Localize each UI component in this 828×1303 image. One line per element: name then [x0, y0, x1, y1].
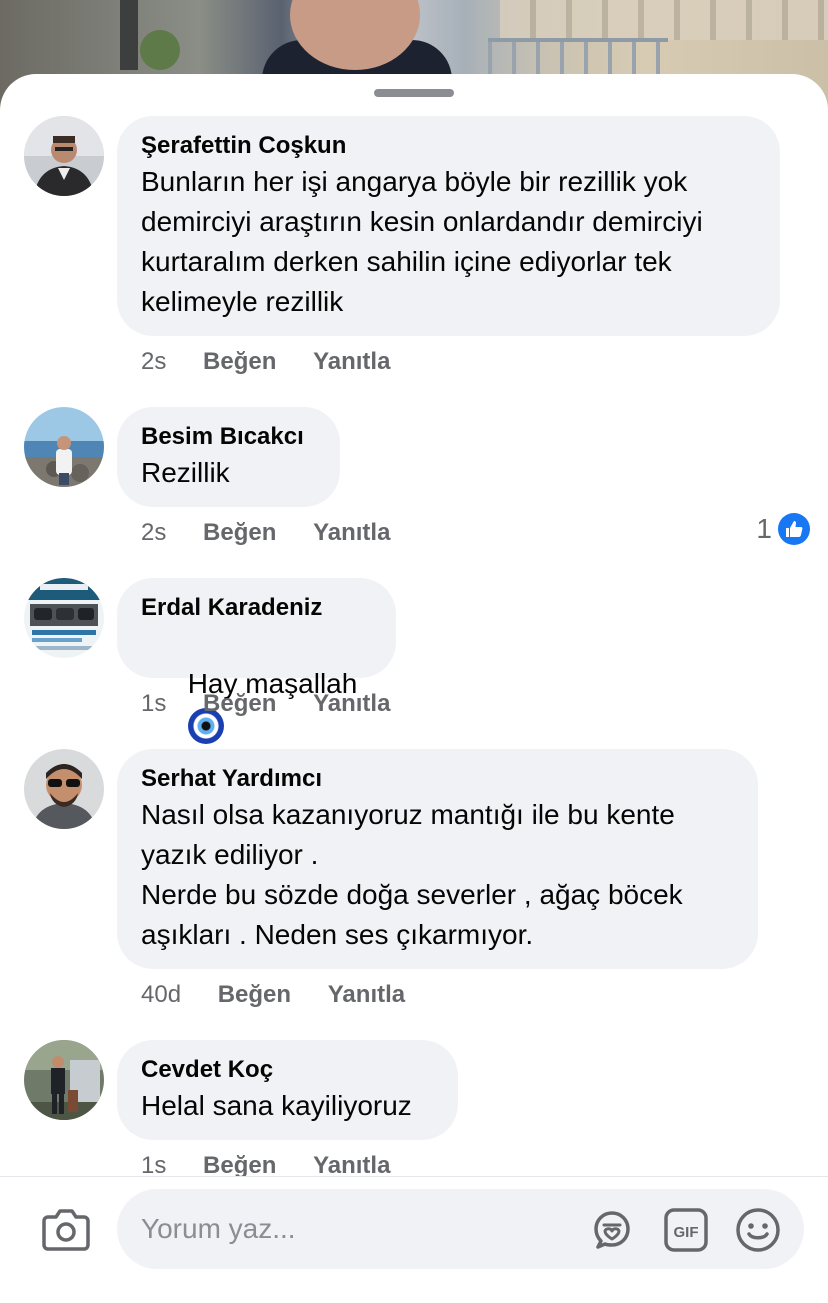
like-button[interactable]: Beğen: [203, 690, 276, 717]
beach-sand: [500, 0, 828, 40]
gif-icon[interactable]: GIF: [663, 1207, 709, 1253]
comment-time[interactable]: 2s: [141, 519, 166, 546]
comment-author[interactable]: Besim Bıcakcı: [141, 421, 316, 453]
street-post: [120, 0, 138, 70]
comment-bubble[interactable]: Erdal Karadeniz Hay maşallah: [117, 578, 396, 744]
comment-time[interactable]: 2s: [141, 348, 166, 375]
comment-time[interactable]: 1s: [141, 1152, 166, 1179]
svg-text:GIF: GIF: [674, 1224, 699, 1241]
comment-text: Bunların her işi angarya böyle bir rezil…: [141, 166, 711, 317]
comment-time[interactable]: 1s: [141, 690, 166, 717]
comment-author[interactable]: Serhat Yardımcı: [141, 763, 734, 795]
comment-text: Helal sana kayiliyoruz: [141, 1090, 412, 1121]
reply-button[interactable]: Yanıtla: [313, 1152, 390, 1179]
avatar-sticker-icon[interactable]: [589, 1207, 635, 1253]
sheet-drag-handle[interactable]: [374, 89, 454, 97]
plant: [140, 30, 180, 70]
reply-button[interactable]: Yanıtla: [328, 981, 405, 1008]
avatar[interactable]: [24, 116, 104, 196]
like-button[interactable]: Beğen: [203, 519, 276, 546]
comment-bubble[interactable]: Besim Bıcakcı Rezillik: [117, 407, 340, 507]
emoji-icon[interactable]: [735, 1207, 781, 1253]
comment-time[interactable]: 40d: [141, 981, 181, 1008]
thumbs-up-icon: [778, 513, 810, 545]
comment-author[interactable]: Cevdet Koç: [141, 1054, 434, 1086]
camera-icon[interactable]: [40, 1207, 92, 1258]
comment-bubble[interactable]: Cevdet Koç Helal sana kayiliyoruz: [117, 1040, 458, 1140]
comment-bubble[interactable]: Serhat Yardımcı Nasıl olsa kazanıyoruz m…: [117, 749, 758, 969]
avatar[interactable]: [24, 749, 104, 829]
comment-bubble[interactable]: Şerafettin Coşkun Bunların her işi angar…: [117, 116, 780, 336]
comment-author[interactable]: Erdal Karadeniz: [141, 592, 372, 624]
comment-actions: 40d Beğen Yanıtla: [141, 980, 435, 1010]
reply-button[interactable]: Yanıtla: [313, 690, 390, 717]
comment-text: Rezillik: [141, 457, 230, 488]
avatar[interactable]: [24, 578, 104, 658]
comment-composer: Yorum yaz... GIF: [0, 1176, 828, 1303]
railing: [488, 38, 668, 78]
comment-actions: 2s Beğen Yanıtla: [141, 347, 420, 377]
comment-input-placeholder: Yorum yaz...: [141, 1213, 296, 1244]
reply-button[interactable]: Yanıtla: [313, 348, 390, 375]
comment-author[interactable]: Şerafettin Coşkun: [141, 130, 756, 162]
like-button[interactable]: Beğen: [203, 1152, 276, 1179]
like-button[interactable]: Beğen: [203, 348, 276, 375]
reply-button[interactable]: Yanıtla: [313, 519, 390, 546]
comment-actions: 2s Beğen Yanıtla: [141, 518, 420, 548]
comment-input[interactable]: Yorum yaz... GIF: [117, 1189, 804, 1269]
reaction-summary[interactable]: 1: [756, 513, 810, 545]
comment-text: Nasıl olsa kazanıyoruz mantığı ile bu ke…: [141, 799, 683, 950]
like-button[interactable]: Beğen: [218, 981, 291, 1008]
avatar[interactable]: [24, 1040, 104, 1120]
reaction-count: 1: [756, 513, 772, 544]
comment-actions: 1s Beğen Yanıtla: [141, 689, 420, 719]
avatar[interactable]: [24, 407, 104, 487]
